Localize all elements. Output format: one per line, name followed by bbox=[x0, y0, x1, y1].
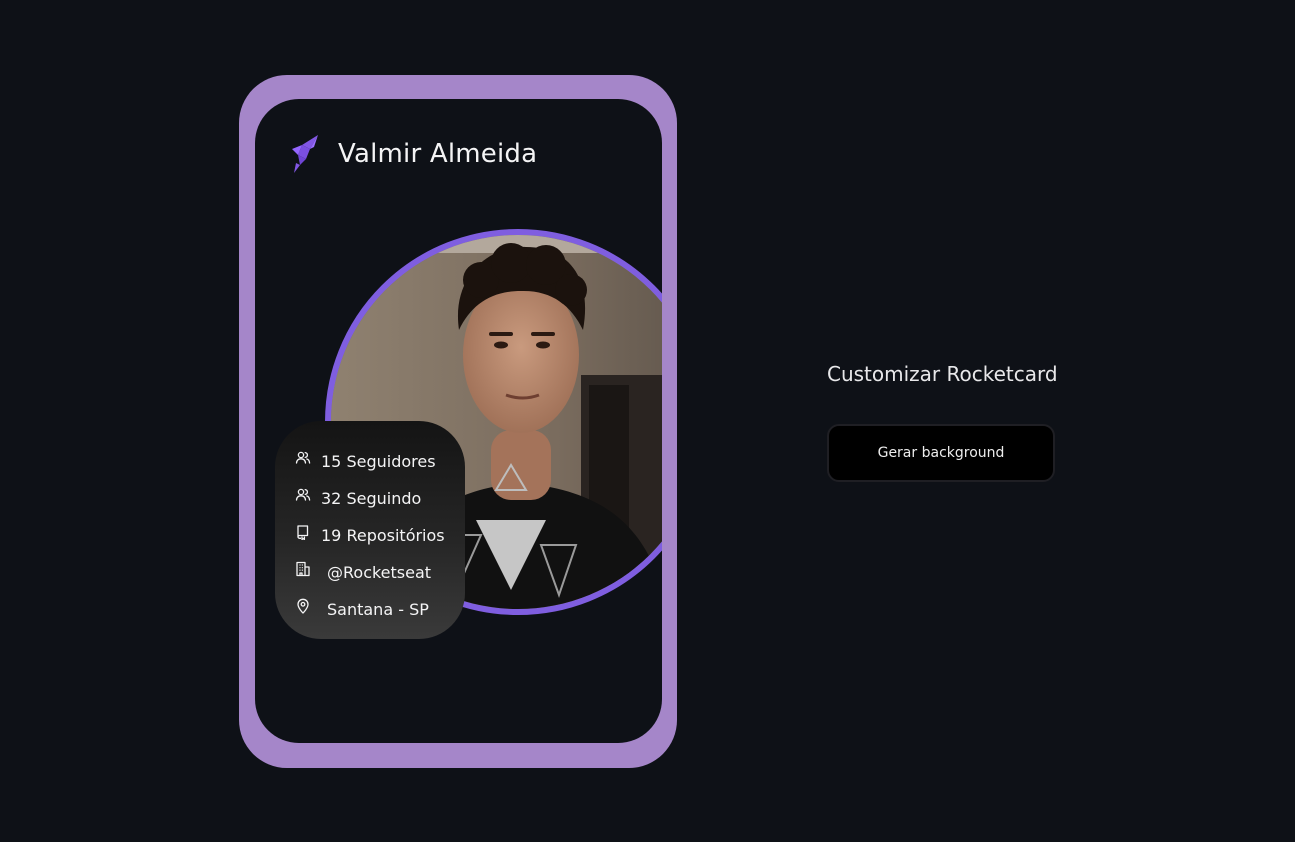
page: Valmir Almeida 15 Seguidores 32 Seguindo… bbox=[0, 0, 1295, 842]
generate-background-button[interactable]: Gerar background bbox=[827, 424, 1055, 482]
company-name: @Rocketseat bbox=[327, 563, 432, 582]
customize-panel: Customizar Rocketcard Gerar background bbox=[827, 362, 1067, 482]
following-count: 32 Seguindo bbox=[321, 489, 422, 508]
customize-title: Customizar Rocketcard bbox=[827, 362, 1058, 386]
map-pin-icon bbox=[297, 598, 309, 614]
stat-followers: 15 Seguidores bbox=[295, 443, 465, 480]
stat-location: Santana - SP bbox=[295, 591, 465, 628]
rocket-icon bbox=[292, 135, 318, 173]
building-icon bbox=[296, 561, 310, 577]
user-name: Valmir Almeida bbox=[338, 139, 538, 169]
book-icon bbox=[297, 525, 309, 540]
followers-count: 15 Seguidores bbox=[321, 452, 436, 471]
stats-panel: 15 Seguidores 32 Seguindo 19 Repositório… bbox=[275, 421, 465, 639]
rocketcard: Valmir Almeida 15 Seguidores 32 Seguindo… bbox=[239, 75, 677, 768]
stat-repositories: 19 Repositórios bbox=[295, 517, 465, 554]
rocketcard-content: Valmir Almeida 15 Seguidores 32 Seguindo… bbox=[255, 99, 662, 743]
repositories-count: 19 Repositórios bbox=[321, 526, 445, 545]
users-icon bbox=[295, 451, 311, 464]
location-text: Santana - SP bbox=[327, 600, 429, 619]
users-icon bbox=[295, 488, 311, 501]
stat-company: @Rocketseat bbox=[295, 554, 465, 591]
card-header: Valmir Almeida bbox=[288, 135, 537, 173]
stat-following: 32 Seguindo bbox=[295, 480, 465, 517]
